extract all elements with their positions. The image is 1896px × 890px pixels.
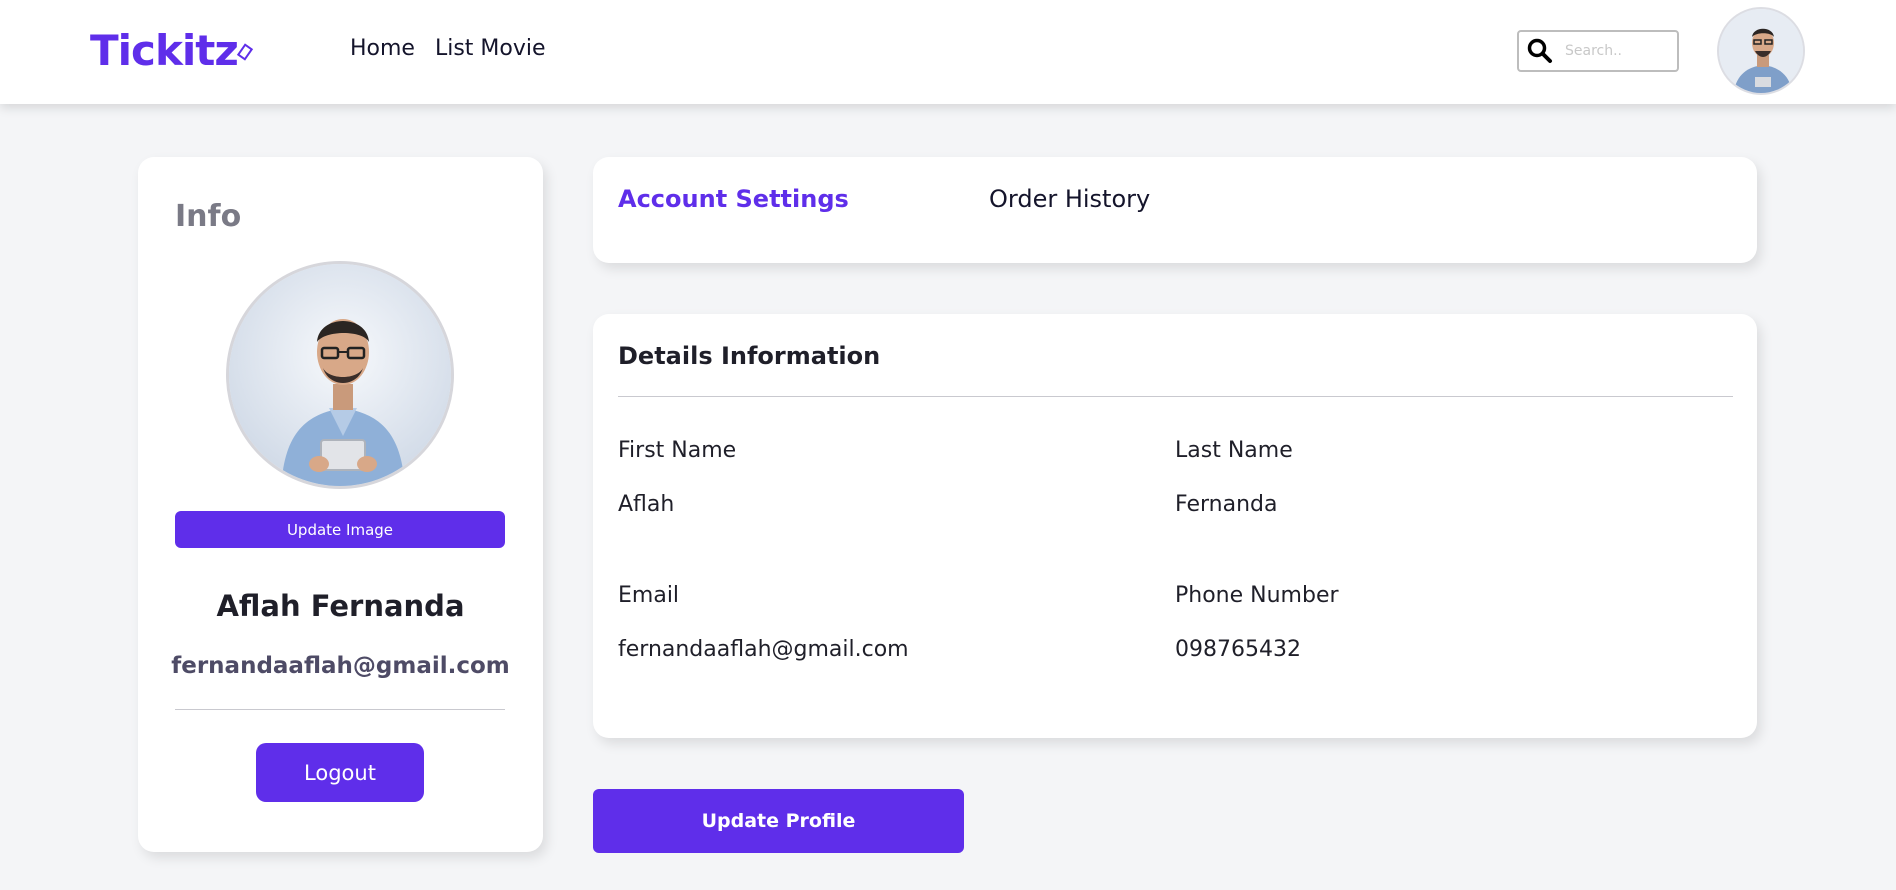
last-name-label: Last Name: [1175, 438, 1293, 463]
update-profile-button[interactable]: Update Profile: [593, 789, 964, 853]
user-avatar-icon[interactable]: [1717, 7, 1805, 95]
details-title: Details Information: [618, 342, 881, 370]
nav-home-link[interactable]: Home: [350, 36, 415, 61]
first-name-label: First Name: [618, 438, 737, 463]
update-image-button[interactable]: Update Image: [175, 511, 505, 548]
email-label: Email: [618, 583, 680, 608]
info-title: Info: [175, 199, 242, 234]
phone-number-label: Phone Number: [1175, 583, 1339, 608]
tab-account-settings[interactable]: Account Settings: [618, 185, 849, 213]
phone-number-value: 098765432: [1175, 637, 1301, 662]
nav-list-movie-link[interactable]: List Movie: [435, 36, 546, 61]
tickitz-logo[interactable]: Tickitz: [90, 26, 253, 75]
divider: [618, 396, 1733, 397]
main-nav: Home List Movie: [350, 36, 546, 61]
details-card: Details Information First Name Aflah Las…: [593, 314, 1757, 738]
profile-tabs: Account Settings Order History: [593, 157, 1757, 263]
divider: [175, 709, 505, 710]
search-input[interactable]: [1565, 43, 1665, 59]
top-navbar: Tickitz Home List Movie: [0, 0, 1896, 104]
profile-photo: [226, 261, 454, 489]
ticket-icon: [236, 43, 253, 61]
search-icon[interactable]: [1527, 38, 1553, 64]
logout-button[interactable]: Logout: [256, 743, 424, 802]
first-name-value: Aflah: [618, 492, 675, 517]
tab-order-history[interactable]: Order History: [989, 185, 1150, 213]
search-box[interactable]: [1517, 30, 1679, 72]
profile-email: fernandaaflah@gmail.com: [171, 653, 510, 679]
last-name-value: Fernanda: [1175, 492, 1278, 517]
profile-name: Aflah Fernanda: [216, 589, 465, 623]
logo-text: Tickitz: [90, 26, 239, 75]
email-value: fernandaaflah@gmail.com: [618, 637, 909, 662]
info-card: Info Update Image Aflah Fernanda fernand…: [138, 157, 543, 852]
